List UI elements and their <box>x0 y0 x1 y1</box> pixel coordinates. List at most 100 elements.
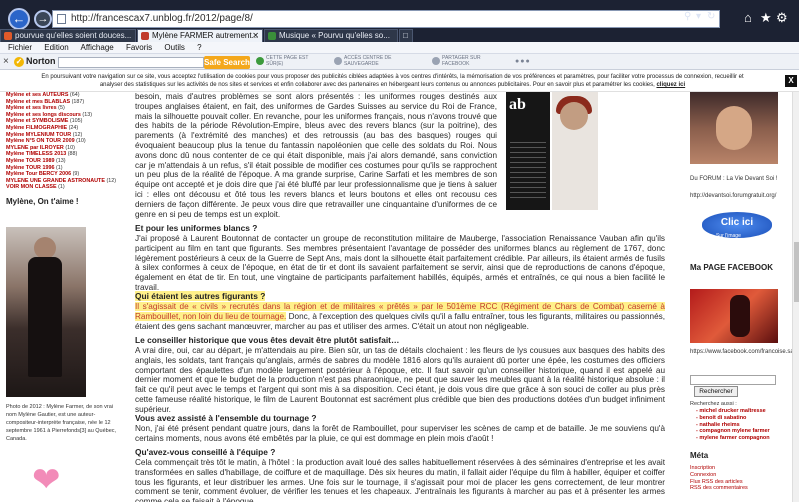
meta-link[interactable]: Flux RSS des articles <box>690 479 748 486</box>
address-bar[interactable]: http://francescax7.unblog.fr/2012/page/8… <box>52 10 720 28</box>
recent-search-link[interactable]: - compagnon mylene farmer <box>696 428 770 435</box>
photo-head <box>34 237 56 259</box>
category-link-label[interactable]: Mylène et ses AUTEURS <box>6 92 68 98</box>
category-link-label[interactable]: Mylène TOUR 1996 <box>6 165 54 171</box>
menu-help[interactable]: ? <box>197 43 201 52</box>
tab-favicon-icon <box>141 32 149 40</box>
norton-check-icon: ✓ <box>14 57 24 67</box>
refresh-icon[interactable]: ↻ <box>707 11 715 22</box>
category-link[interactable]: Mylène TOUR 1989 (13) <box>6 158 130 165</box>
backup-center[interactable]: ACCÈS CENTRE DE SAUVEGARDE <box>334 55 410 67</box>
category-link[interactable]: Mylène TIMELESS 2013 (88) <box>6 151 130 158</box>
recent-search-link[interactable]: - mylene farmer compagnon <box>696 435 770 442</box>
search-button[interactable]: Rechercher <box>694 386 738 397</box>
page-scrollbar[interactable] <box>792 92 799 502</box>
category-link-label[interactable]: VOIR MON CLASSE <box>6 184 57 190</box>
category-link-label[interactable]: Mylène N°5 ON TOUR 2009 <box>6 138 75 144</box>
category-count: (9) <box>72 171 80 178</box>
sidebar-search-input[interactable] <box>690 375 776 385</box>
facebook-url[interactable]: https://www.facebook.com/francoise.saiso… <box>690 348 799 356</box>
meta-link[interactable]: Inscription <box>690 465 748 472</box>
question-uniformes-blancs: Et pour les uniformes blancs ? <box>135 223 258 233</box>
cookie-link[interactable]: cliquez ici <box>656 82 685 88</box>
meta-link[interactable]: Connexion <box>690 472 748 479</box>
category-count: (64) <box>69 92 80 98</box>
tab-close-icon[interactable]: ✕ <box>252 30 259 42</box>
meta-link[interactable]: RSS des commentaires <box>690 485 748 492</box>
category-link-label[interactable]: MYLENE UNE GRANDE ASTRONAUTE <box>6 178 105 184</box>
facebook-figure <box>730 295 750 337</box>
category-link[interactable]: Mylène MYLENIUM TOUR (12) <box>6 132 130 139</box>
favorites-star-icon[interactable]: ★ <box>760 10 772 26</box>
category-link[interactable]: VOIR MON CLASSE (1) <box>6 184 130 191</box>
norton-logo: ✓ Norton <box>14 56 56 67</box>
tab-pourvue[interactable]: pourvue qu'elles soient douces... <box>0 29 136 42</box>
right-sidebar: Du FORUM : La Vie Devant Soi ! http://de… <box>690 92 799 502</box>
clic-ici-subtext: Sur l'image <box>716 233 741 239</box>
album-cover-left: ab <box>506 92 550 210</box>
tab-strip: pourvue qu'elles soient douces... Mylène… <box>0 28 799 42</box>
category-link-label[interactable]: Mylène MYLENIUM TOUR <box>6 132 71 138</box>
tab-label: Musique « Pourvu qu'elles so... <box>279 31 390 40</box>
forum-url[interactable]: http://devantsoi.forumgratuit.org/ <box>690 192 790 200</box>
category-link[interactable]: Mylène et mes BLABLAS (187) <box>6 99 130 106</box>
category-link-label[interactable]: Mylène et mes BLABLAS <box>6 99 70 105</box>
recent-search-link[interactable]: - nathalie rheims <box>696 422 770 429</box>
category-link-label[interactable]: Mylène Tour BERCY 2006 <box>6 171 71 177</box>
page-safe-label: CETTE PAGE EST SÛR(E) <box>266 55 309 67</box>
norton-brand: Norton <box>26 56 56 66</box>
home-icon[interactable]: ⌂ <box>744 10 752 25</box>
category-link[interactable]: Mylène et ses AUTEURS (64) <box>6 92 130 99</box>
category-link[interactable]: MYLENE par ILROYER (10) <box>6 145 130 152</box>
recent-search-link[interactable]: - michel drucker maîtresse <box>696 408 770 415</box>
category-link[interactable]: MYLENE UNE GRANDE ASTRONAUTE (12) <box>6 178 130 185</box>
category-link[interactable]: Mylène FILMOGRAPHIE (24) <box>6 125 130 132</box>
category-link[interactable]: Mylène et ses livres (5) <box>6 105 130 112</box>
recent-search-link[interactable]: - benoit di sabatino <box>696 415 770 422</box>
tab-mylene-farmer[interactable]: Mylène FARMER autrement... ✕ <box>137 29 263 42</box>
page-safe-status[interactable]: CETTE PAGE EST SÛR(E) <box>256 55 326 67</box>
scrollbar-thumb[interactable] <box>794 242 799 302</box>
backup-label: ACCÈS CENTRE DE SAUVEGARDE <box>344 55 392 67</box>
tab-musique[interactable]: Musique « Pourvu qu'elles so... <box>264 29 398 42</box>
category-link-label[interactable]: MYLENE par ILROYER <box>6 145 64 151</box>
cookie-close-button[interactable]: X <box>785 75 797 87</box>
settings-gear-icon[interactable]: ⚙ <box>776 10 788 26</box>
paragraph-figurants: Il s'agissait de « civils » recrutés dan… <box>135 302 665 331</box>
menu-outils[interactable]: Outils <box>164 43 184 52</box>
category-link-label[interactable]: Mylène TIMELESS 2013 <box>6 151 66 157</box>
share-facebook[interactable]: PARTAGER SUR FACEBOOK <box>432 55 502 67</box>
category-link[interactable]: Mylène N°5 ON TOUR 2009 (10) <box>6 138 130 145</box>
question-figurants-text: Qui étaient les autres figurants ? <box>135 291 266 301</box>
safe-search-button[interactable]: Safe Search <box>204 56 250 69</box>
menu-favoris[interactable]: Favoris <box>126 43 152 52</box>
category-link-label[interactable]: Mylène FILMOGRAPHIE <box>6 125 67 131</box>
norton-search-input[interactable] <box>58 57 204 68</box>
facebook-heading: Ma PAGE FACEBOOK <box>690 263 773 272</box>
category-link-label[interactable]: Mylène et SYMBOLISME <box>6 118 68 124</box>
category-link[interactable]: Mylène Tour BERCY 2006 (9) <box>6 171 130 178</box>
category-link-label[interactable]: Mylène et ses livres <box>6 105 57 111</box>
category-link[interactable]: Mylène et ses longs discours (13) <box>6 112 130 119</box>
menu-fichier[interactable]: Fichier <box>8 43 32 52</box>
forum-photo[interactable] <box>690 92 778 164</box>
back-button[interactable]: ← <box>8 8 30 30</box>
tab-favicon-icon <box>4 32 12 40</box>
facebook-image[interactable] <box>690 289 778 343</box>
category-count: (13) <box>55 157 66 164</box>
dropdown-icon[interactable]: ▾ <box>696 11 701 22</box>
norton-toolbar: × ✓ Norton Safe Search CETTE PAGE EST SÛR… <box>0 54 799 70</box>
search-icon[interactable]: ⚲ <box>684 11 691 22</box>
category-link[interactable]: Mylène TOUR 1996 (1) <box>6 165 130 172</box>
recent-heading: Recherchez aussi : <box>690 401 737 407</box>
category-count: (12) <box>106 177 117 184</box>
new-tab-button[interactable]: □ <box>399 29 413 42</box>
menu-affichage[interactable]: Affichage <box>81 43 114 52</box>
forward-button[interactable]: → <box>34 10 52 28</box>
toolbar-more-icon[interactable]: ●●● <box>515 58 531 65</box>
menu-edition[interactable]: Edition <box>44 43 68 52</box>
category-link[interactable]: Mylène et SYMBOLISME (105) <box>6 118 130 125</box>
category-link-label[interactable]: Mylène et ses longs discours <box>6 112 81 118</box>
toolbar-close-icon[interactable]: × <box>3 56 9 67</box>
category-link-label[interactable]: Mylène TOUR 1989 <box>6 158 54 164</box>
